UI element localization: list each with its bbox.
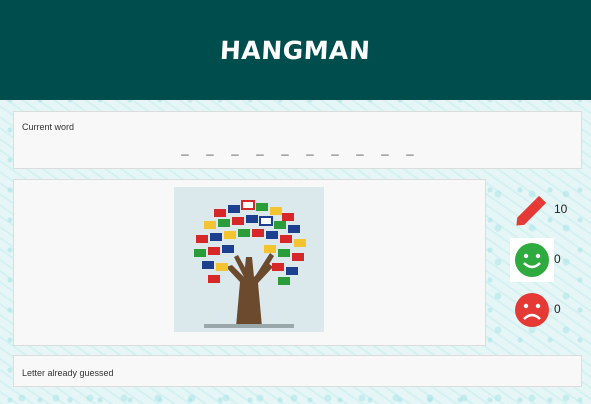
current-word-label: Current word [22, 122, 75, 132]
pencil-icon [510, 188, 554, 232]
correct-count: 0 [554, 252, 561, 266]
attempts-stat: 10 [510, 188, 580, 232]
page-title: HANGMAN [219, 35, 372, 65]
guessed-letters-label: Letter already guessed [22, 368, 114, 378]
word-blanks: _ _ _ _ _ _ _ _ _ _ [178, 142, 417, 156]
letter-blank: _ [406, 141, 414, 156]
letter-blank: _ [356, 141, 364, 156]
smile-icon [510, 238, 554, 282]
current-word-panel: Current word _ _ _ _ _ _ _ _ _ _ [13, 111, 582, 169]
letter-blank: _ [281, 141, 289, 156]
letter-blank: _ [306, 141, 314, 156]
flag-tree-illustration [174, 187, 324, 332]
letter-blank: _ [181, 141, 189, 156]
flag-tree-image [174, 187, 324, 332]
wrong-stat: 0 [510, 288, 580, 332]
attempts-count: 10 [554, 202, 568, 216]
letter-blank: _ [231, 141, 239, 156]
letter-blank: _ [206, 141, 214, 156]
letter-blank: _ [331, 141, 339, 156]
header-bar: HANGMAN [0, 0, 591, 100]
sad-icon [510, 288, 554, 332]
letter-blank: _ [381, 141, 389, 156]
letter-blank: _ [256, 141, 264, 156]
guessed-letters-panel: Letter already guessed [13, 355, 582, 387]
wrong-count: 0 [554, 302, 561, 316]
correct-stat: 0 [510, 238, 580, 282]
hint-image-panel [13, 179, 486, 346]
